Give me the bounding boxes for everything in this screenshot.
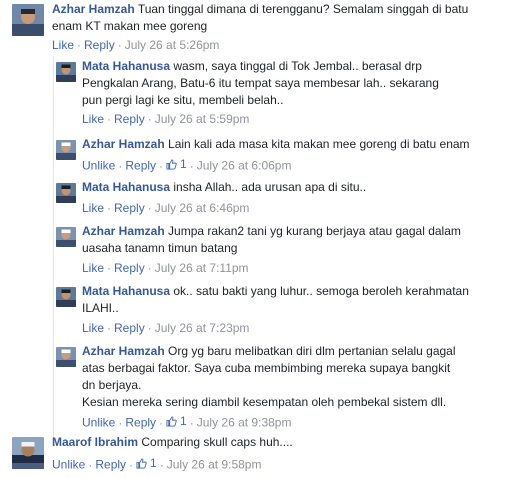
avatar[interactable] <box>56 62 76 82</box>
like-link[interactable]: Like <box>82 261 104 275</box>
reply-link[interactable]: Reply <box>125 159 156 173</box>
avatar[interactable] <box>12 4 44 36</box>
unlike-link[interactable]: Unlike <box>52 458 85 472</box>
comment-author[interactable]: Mata Hahanusa <box>82 59 170 73</box>
reply-link[interactable]: Reply <box>114 321 145 335</box>
comment-timestamp[interactable]: July 26 at 7:11pm <box>155 261 249 275</box>
comment-text-line2: Kesian mereka sering diambil kesempatan … <box>82 395 447 409</box>
comment-timestamp[interactable]: July 26 at 5:26pm <box>125 38 220 52</box>
avatar[interactable] <box>56 140 76 160</box>
comment-author[interactable]: Azhar Hamzah <box>82 224 165 238</box>
comment-actions: Like · Reply · July 26 at 6:46pm <box>82 201 250 215</box>
comment-timestamp[interactable]: July 26 at 9:38pm <box>197 416 292 430</box>
avatar[interactable] <box>56 347 76 367</box>
comment-author[interactable]: Maarof Ibrahim <box>52 435 138 449</box>
comment-text: Lain kali ada masa kita makan mee goreng… <box>168 137 470 151</box>
comment-text: Comparing skull caps huh.... <box>141 435 293 449</box>
comment-timestamp[interactable]: July 26 at 6:06pm <box>197 159 292 173</box>
comment-actions: Unlike · Reply · 1 · July 26 at 9:58pm <box>52 456 262 472</box>
like-count[interactable]: 1 <box>166 414 187 428</box>
comment-actions: Like · Reply · July 26 at 7:23pm <box>82 321 250 335</box>
unlike-link[interactable]: Unlike <box>82 416 115 430</box>
avatar[interactable] <box>56 227 76 247</box>
avatar[interactable] <box>56 287 76 307</box>
like-link[interactable]: Like <box>82 112 104 126</box>
like-count-number: 1 <box>150 456 157 470</box>
comment-author[interactable]: Mata Hahanusa <box>82 284 170 298</box>
comment-timestamp[interactable]: July 26 at 9:58pm <box>167 458 262 472</box>
like-link[interactable]: Like <box>82 201 104 215</box>
thumbs-up-icon <box>136 457 147 469</box>
unlike-link[interactable]: Unlike <box>82 159 115 173</box>
comment-actions: Unlike · Reply · 1 · July 26 at 9:38pm <box>82 414 292 430</box>
comment-timestamp[interactable]: July 26 at 6:46pm <box>155 201 250 215</box>
reply-link[interactable]: Reply <box>125 416 156 430</box>
like-count-number: 1 <box>180 414 187 428</box>
reply-link[interactable]: Reply <box>114 201 145 215</box>
like-count[interactable]: 1 <box>166 157 187 171</box>
thumbs-up-icon <box>166 158 177 170</box>
like-count-number: 1 <box>180 157 187 171</box>
comment-text: insha Allah.. ada urusan apa di situ.. <box>173 180 367 194</box>
reply-link[interactable]: Reply <box>84 38 115 52</box>
comment-author[interactable]: Azhar Hamzah <box>52 2 135 16</box>
comment-author[interactable]: Mata Hahanusa <box>82 180 170 194</box>
reply-link[interactable]: Reply <box>95 458 126 472</box>
comment-author[interactable]: Azhar Hamzah <box>82 137 165 151</box>
avatar[interactable] <box>56 183 76 203</box>
comment-actions: Like · Reply · July 26 at 7:11pm <box>82 261 249 275</box>
like-link[interactable]: Like <box>82 321 104 335</box>
comment-actions: Like · Reply · July 26 at 5:59pm <box>82 112 250 126</box>
reply-link[interactable]: Reply <box>114 261 145 275</box>
avatar[interactable] <box>12 437 44 469</box>
comment-timestamp[interactable]: July 26 at 7:23pm <box>155 321 250 335</box>
comment-timestamp[interactable]: July 26 at 5:59pm <box>155 112 250 126</box>
comment-author[interactable]: Azhar Hamzah <box>82 344 165 358</box>
thumbs-up-icon <box>166 415 177 427</box>
reply-link[interactable]: Reply <box>114 112 145 126</box>
comment-actions: Unlike · Reply · 1 · July 26 at 6:06pm <box>82 157 292 173</box>
like-count[interactable]: 1 <box>136 456 157 470</box>
like-link[interactable]: Like <box>52 38 74 52</box>
reply-thread-line <box>53 56 54 439</box>
comment-actions: Like · Reply · July 26 at 5:26pm <box>52 38 220 52</box>
